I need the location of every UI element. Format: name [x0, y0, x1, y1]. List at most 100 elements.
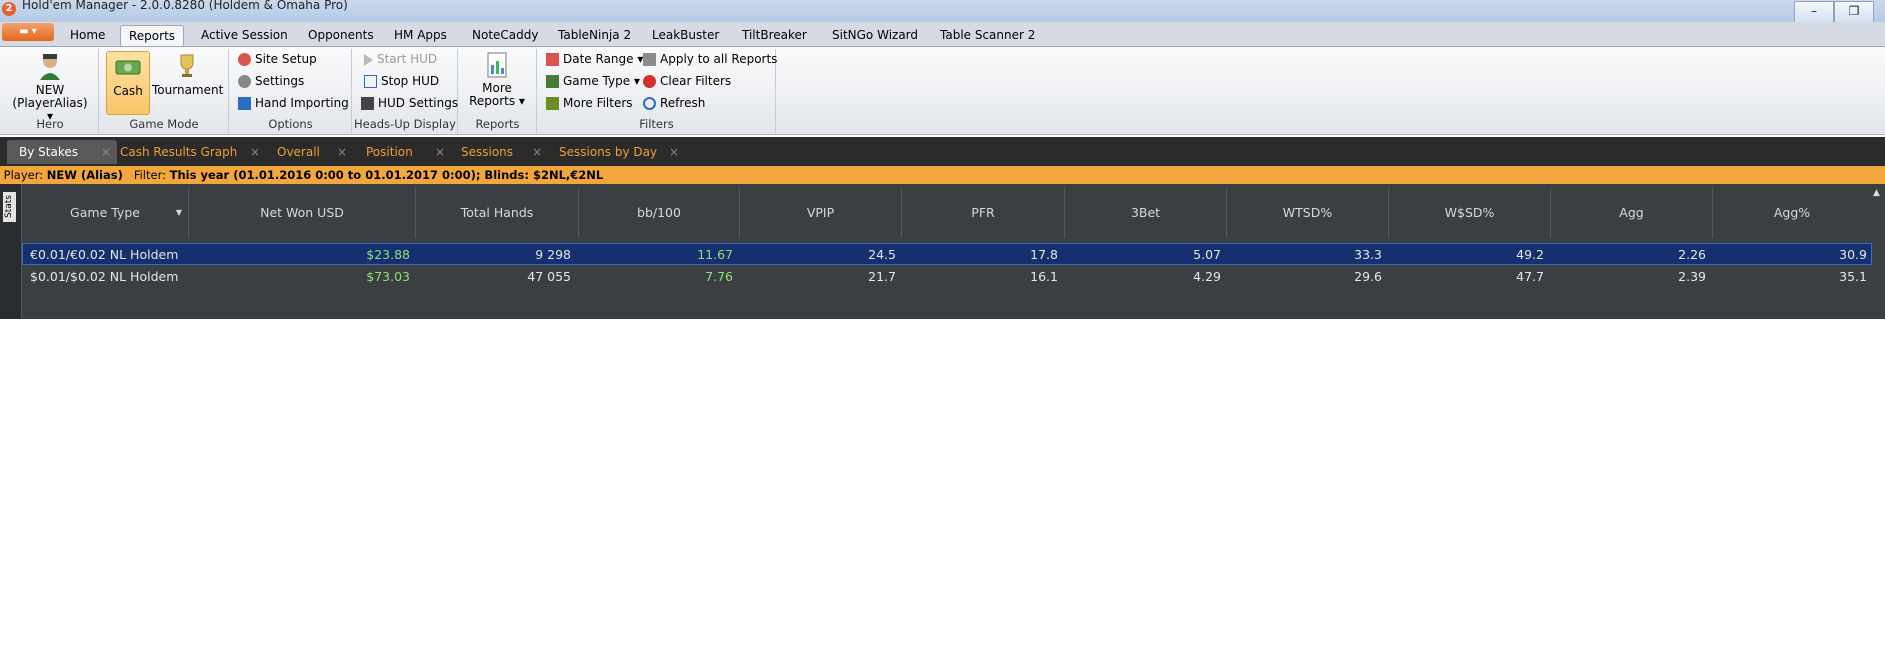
cell-total-hands: 47 055: [527, 269, 571, 284]
restore-button[interactable]: ❐: [1834, 1, 1874, 23]
column-header-pfr[interactable]: PFR: [902, 188, 1065, 238]
menu-tab-leakbuster[interactable]: LeakBuster: [644, 25, 727, 45]
stats-side-panel: Stats: [0, 184, 22, 319]
cell-bb100: 7.76: [705, 269, 733, 284]
cash-icon: [115, 60, 141, 75]
stop-hud-button[interactable]: Stop HUD: [364, 74, 439, 88]
cell-game-type: €0.01/€0.02 NL Holdem: [30, 247, 179, 262]
menu-bar: ▬ ▾ Home Reports Active Session Opponent…: [0, 22, 1885, 47]
stakes-report-grid: Stats ▲ Game Type ▼ Net Won USD Total Ha…: [0, 184, 1885, 319]
menu-tab-sitngo-wizard[interactable]: SitNGo Wizard: [824, 25, 926, 45]
menu-tab-opponents[interactable]: Opponents: [300, 25, 382, 45]
menu-tab-hm-apps[interactable]: HM Apps: [386, 25, 455, 45]
menu-tab-active-session[interactable]: Active Session: [193, 25, 296, 45]
tab-position[interactable]: Position ×: [354, 140, 451, 164]
clear-filters-button[interactable]: Clear Filters: [643, 74, 731, 88]
column-header-wtsd[interactable]: WTSD%: [1227, 188, 1389, 238]
column-header-agg[interactable]: Agg: [1551, 188, 1713, 238]
menu-tab-reports[interactable]: Reports: [120, 25, 185, 46]
player-avatar-icon: [40, 54, 60, 80]
clear-filter-icon: [643, 75, 656, 88]
column-header-vpip[interactable]: VPIP: [740, 188, 902, 238]
ribbon-group-game-mode: Cash Tournament Game Mode: [100, 49, 229, 133]
menu-tab-tiltbreaker[interactable]: TiltBreaker: [734, 25, 815, 45]
cell-wtsd: 29.6: [1354, 269, 1382, 284]
hero-player-button[interactable]: NEW (PlayerAlias) ▾: [8, 51, 92, 123]
cell-net-won: $23.88: [366, 247, 410, 262]
refresh-button[interactable]: Refresh: [643, 96, 705, 110]
cell-3bet: 5.07: [1193, 247, 1221, 262]
cell-vpip: 24.5: [868, 247, 896, 262]
column-header-bb100[interactable]: bb/100: [579, 188, 740, 238]
apply-all-icon: [643, 53, 656, 66]
column-header-net-won[interactable]: Net Won USD: [189, 188, 416, 238]
app-logo-icon[interactable]: 2: [2, 2, 16, 16]
tab-overall[interactable]: Overall ×: [265, 140, 353, 164]
menu-tab-tableninja[interactable]: TableNinja 2: [550, 25, 639, 45]
game-type-button[interactable]: Game Type ▾: [546, 74, 640, 88]
tab-sessions-by-day[interactable]: Sessions by Day ×: [547, 140, 685, 164]
ribbon-group-reports: More Reports ▾ Reports: [459, 49, 537, 133]
group-label-reports: Reports: [475, 117, 520, 131]
hud-settings-button[interactable]: HUD Settings: [361, 96, 458, 110]
tab-by-stakes[interactable]: By Stakes ×: [7, 140, 117, 164]
cell-3bet: 4.29: [1193, 269, 1221, 284]
settings-button[interactable]: Settings: [238, 74, 304, 88]
menu-tab-table-scanner[interactable]: Table Scanner 2: [932, 25, 1043, 45]
active-filter-bar: Player: NEW (Alias) Filter: This year (0…: [0, 166, 1885, 184]
apply-all-reports-button[interactable]: Apply to all Reports: [643, 52, 777, 66]
cell-pfr: 17.8: [1030, 247, 1058, 262]
cell-wsd: 49.2: [1516, 247, 1544, 262]
cash-mode-button[interactable]: Cash: [106, 51, 150, 115]
menu-tab-home[interactable]: Home: [62, 25, 113, 45]
site-setup-button[interactable]: Site Setup: [238, 52, 317, 66]
hand-importing-button[interactable]: Hand Importing: [238, 96, 349, 110]
refresh-icon: [643, 97, 656, 110]
scroll-up-icon[interactable]: ▲: [1873, 188, 1883, 198]
date-range-button[interactable]: Date Range ▾: [546, 52, 643, 66]
start-hud-button[interactable]: Start HUD: [364, 52, 437, 66]
table-row[interactable]: €0.01/€0.02 NL Holdem $23.88 9 298 11.67…: [22, 243, 1872, 265]
funnel-icon: [546, 97, 559, 110]
close-tab-icon[interactable]: ×: [532, 140, 542, 164]
cell-bb100: 11.67: [697, 247, 733, 262]
group-label-hud: Heads-Up Display: [354, 117, 456, 131]
close-tab-icon[interactable]: ×: [435, 140, 445, 164]
minimize-button[interactable]: –: [1794, 1, 1834, 23]
more-filters-button[interactable]: More Filters: [546, 96, 633, 110]
cell-pfr: 16.1: [1030, 269, 1058, 284]
more-reports-button[interactable]: More Reports ▾: [465, 51, 529, 113]
site-setup-icon: [238, 53, 251, 66]
title-bar: 2 Hold'em Manager - 2.0.0.8280 (Holdem &…: [0, 0, 1885, 23]
tab-cash-results-graph[interactable]: Cash Results Graph ×: [108, 140, 266, 164]
column-header-game-type[interactable]: Game Type ▼: [22, 188, 189, 238]
calendar-icon: [546, 53, 559, 66]
cell-wsd: 47.7: [1516, 269, 1544, 284]
close-tab-icon[interactable]: ×: [669, 140, 679, 164]
sort-dropdown-icon[interactable]: ▼: [176, 188, 182, 238]
group-label-options: Options: [268, 117, 313, 131]
group-label-game-mode: Game Mode: [129, 117, 199, 131]
player-label: Player:: [3, 168, 44, 182]
tab-sessions[interactable]: Sessions ×: [449, 140, 548, 164]
column-header-wsd[interactable]: W$SD%: [1389, 188, 1551, 238]
stats-side-tab[interactable]: Stats: [3, 192, 16, 222]
close-tab-icon[interactable]: ×: [337, 140, 347, 164]
ribbon-group-options: Site Setup Settings Hand Importing Optio…: [230, 49, 352, 133]
cell-agg: 2.39: [1678, 269, 1706, 284]
tournament-mode-button[interactable]: Tournament: [152, 51, 223, 113]
menu-tab-notecaddy[interactable]: NoteCaddy: [464, 25, 546, 45]
app-menu-icon: ▬: [19, 26, 32, 37]
close-tab-icon[interactable]: ×: [250, 140, 260, 164]
game-type-icon: [546, 75, 559, 88]
table-row[interactable]: $0.01/$0.02 NL Holdem $73.03 47 055 7.76…: [22, 266, 1872, 288]
cell-wtsd: 33.3: [1354, 247, 1382, 262]
column-header-agg-percent[interactable]: Agg%: [1713, 188, 1871, 238]
group-label-filters: Filters: [639, 117, 674, 131]
column-header-total-hands[interactable]: Total Hands: [416, 188, 579, 238]
window-title: Hold'em Manager - 2.0.0.8280 (Holdem & O…: [22, 0, 348, 12]
stop-icon: [364, 75, 377, 88]
report-chart-icon: [487, 52, 507, 78]
application-menu-button[interactable]: ▬ ▾: [2, 23, 54, 41]
column-header-3bet[interactable]: 3Bet: [1065, 188, 1227, 238]
